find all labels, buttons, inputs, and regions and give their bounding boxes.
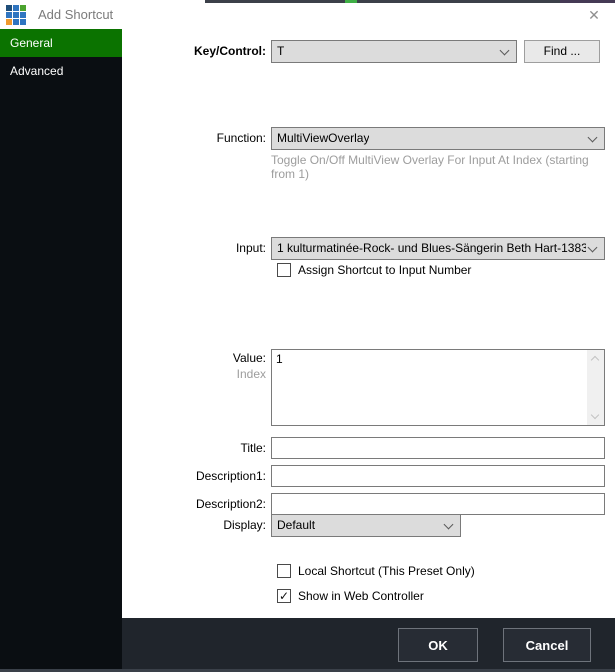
display-value: Default	[277, 518, 316, 532]
grid-square	[6, 12, 12, 18]
chevron-down-icon	[587, 132, 598, 143]
input-label: Input:	[235, 241, 266, 255]
dialog-titlebar: Add Shortcut ✕	[0, 0, 615, 29]
sidebar-item-advanced[interactable]: Advanced	[0, 57, 122, 85]
input-dropdown[interactable]: 1 kulturmatinée-Rock- und Blues-Sängerin…	[271, 237, 605, 260]
title-input[interactable]	[271, 437, 605, 459]
input-value: 1 kulturmatinée-Rock- und Blues-Sängerin…	[277, 241, 586, 255]
cancel-button[interactable]: Cancel	[503, 628, 591, 662]
display-label: Display:	[223, 518, 266, 532]
app-grid-icon	[6, 5, 26, 25]
index-sublabel: Index	[236, 367, 266, 381]
close-icon[interactable]: ✕	[583, 4, 605, 26]
assign-input-number-checkbox[interactable]	[277, 263, 291, 277]
grid-square	[6, 19, 12, 25]
description2-label: Description2:	[195, 497, 266, 511]
background-app-strip	[560, 0, 615, 3]
grid-square	[20, 19, 26, 25]
grid-square	[6, 5, 12, 11]
value-label: Value:	[232, 351, 266, 365]
title-label: Title:	[240, 441, 266, 455]
background-app-strip	[345, 0, 357, 3]
grid-square	[13, 19, 19, 25]
sidebar: General Advanced	[0, 29, 122, 672]
local-shortcut-checkbox[interactable]	[277, 564, 291, 578]
description2-input[interactable]	[271, 493, 605, 515]
scroll-down-icon[interactable]	[590, 410, 600, 420]
scroll-up-icon[interactable]	[590, 355, 600, 365]
display-dropdown[interactable]: Default	[271, 514, 461, 537]
function-dropdown[interactable]: MultiViewOverlay	[271, 127, 605, 150]
background-app-strip	[357, 0, 560, 3]
find-button[interactable]: Find ...	[524, 40, 600, 63]
assign-input-number-label: Assign Shortcut to Input Number	[298, 263, 472, 277]
grid-square	[20, 5, 26, 11]
background-app-strip	[205, 0, 345, 3]
description1-label: Description1:	[195, 469, 266, 483]
chevron-down-icon	[499, 45, 510, 56]
key-control-label: Key/Control:	[194, 44, 266, 58]
assign-input-number-row[interactable]: Assign Shortcut to Input Number	[277, 263, 471, 277]
web-controller-label: Show in Web Controller	[298, 589, 424, 603]
web-controller-checkbox-checked[interactable]: ✓	[277, 589, 291, 603]
key-control-value: T	[277, 44, 285, 58]
description1-input[interactable]	[271, 465, 605, 487]
local-shortcut-row[interactable]: Local Shortcut (This Preset Only)	[277, 564, 475, 578]
sidebar-item-general[interactable]: General	[0, 29, 122, 57]
ok-button[interactable]: OK	[398, 628, 478, 662]
web-controller-row[interactable]: ✓ Show in Web Controller	[277, 589, 424, 603]
function-label: Function:	[216, 131, 266, 145]
local-shortcut-label: Local Shortcut (This Preset Only)	[298, 564, 475, 578]
grid-square	[13, 5, 19, 11]
function-description: Toggle On/Off MultiView Overlay For Inpu…	[271, 153, 589, 181]
key-control-dropdown[interactable]: T	[271, 40, 517, 63]
dialog-title: Add Shortcut	[38, 7, 114, 22]
value-textarea[interactable]: 1	[271, 349, 605, 426]
chevron-down-icon	[587, 242, 598, 253]
chevron-down-icon	[443, 519, 454, 530]
scrollbar[interactable]	[587, 350, 604, 425]
value-text: 1	[276, 352, 283, 366]
footer-bar: OK Cancel	[122, 618, 615, 672]
grid-square	[13, 12, 19, 18]
function-value: MultiViewOverlay	[277, 131, 370, 145]
grid-square	[20, 12, 26, 18]
